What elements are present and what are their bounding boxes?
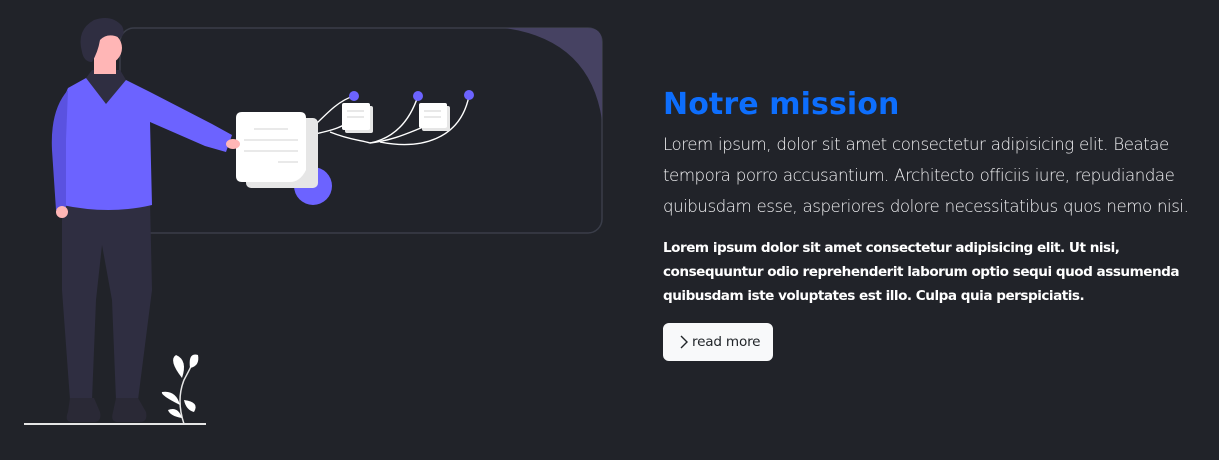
small-document-icon [342,103,373,133]
mission-illustration [24,18,603,425]
read-more-label: read more [692,334,761,350]
mission-section: Notre mission Lorem ipsum, dolor sit ame… [663,86,1213,361]
plant-icon [161,354,199,425]
read-more-button[interactable]: read more [663,323,774,361]
section-title: Notre mission [663,87,900,122]
lead-paragraph: Lorem ipsum, dolor sit amet consectetur … [663,135,1189,216]
chevron-right-icon [680,335,688,349]
body-paragraph: Lorem ipsum dolor sit amet consectetur a… [663,240,1180,304]
small-document-icon [419,103,450,131]
